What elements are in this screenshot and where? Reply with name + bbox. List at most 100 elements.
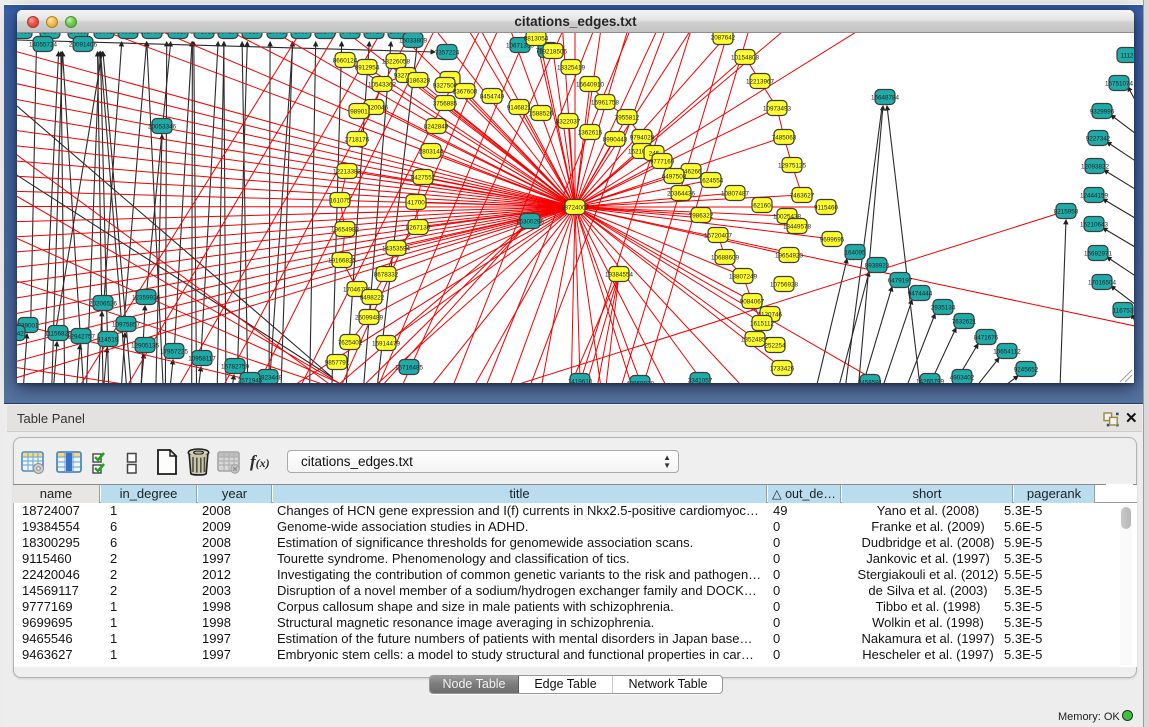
svg-text:2718176: 2718176 bbox=[345, 136, 370, 143]
svg-text:18807249: 18807249 bbox=[729, 273, 758, 280]
svg-text:98901: 98901 bbox=[350, 108, 368, 115]
svg-text:8454749: 8454749 bbox=[480, 93, 505, 100]
svg-text:17016504: 17016504 bbox=[1088, 279, 1117, 286]
svg-text:9245652: 9245652 bbox=[1014, 366, 1039, 373]
svg-text:19384554: 19384554 bbox=[605, 271, 634, 278]
svg-text:10719: 10719 bbox=[365, 33, 383, 35]
svg-text:8678332: 8678332 bbox=[374, 271, 399, 278]
svg-text:15716485: 15716485 bbox=[395, 364, 424, 371]
svg-text:10154808: 10154808 bbox=[731, 54, 760, 61]
svg-text:9329996: 9329996 bbox=[1090, 108, 1115, 115]
svg-text:13325419: 13325419 bbox=[557, 64, 586, 71]
svg-text:12975125: 12975125 bbox=[778, 162, 807, 169]
svg-text:20364436: 20364436 bbox=[667, 190, 696, 197]
svg-text:10958117: 10958117 bbox=[188, 355, 216, 362]
svg-text:12213967: 12213967 bbox=[746, 78, 775, 85]
svg-text:6479197: 6479197 bbox=[888, 277, 913, 284]
svg-text:7625402: 7625402 bbox=[338, 339, 363, 346]
svg-text:14265799: 14265799 bbox=[916, 378, 945, 383]
svg-text:9474444: 9474444 bbox=[908, 290, 933, 297]
svg-text:6466160: 6466160 bbox=[166, 33, 191, 35]
svg-text:64661: 64661 bbox=[341, 33, 359, 35]
svg-text:9084067: 9084067 bbox=[740, 298, 765, 305]
svg-text:16648784: 16648784 bbox=[871, 94, 900, 101]
svg-text:9699695: 9699695 bbox=[820, 236, 845, 243]
svg-text:10654112: 10654112 bbox=[993, 348, 1021, 355]
svg-text:7463627: 7463627 bbox=[790, 192, 815, 199]
svg-text:20053346: 20053346 bbox=[148, 123, 177, 130]
svg-text:12359926: 12359926 bbox=[132, 294, 161, 301]
svg-text:9777169: 9777169 bbox=[650, 158, 675, 165]
svg-text:16782759: 16782759 bbox=[221, 363, 250, 370]
svg-text:41700: 41700 bbox=[407, 199, 425, 206]
svg-text:16961758: 16961758 bbox=[591, 99, 620, 106]
svg-text:1733426: 1733426 bbox=[770, 365, 795, 372]
svg-text:9115460: 9115460 bbox=[814, 204, 839, 211]
svg-text:15300295: 15300295 bbox=[516, 218, 545, 225]
svg-text:14055724: 14055724 bbox=[29, 41, 58, 48]
svg-text:1065: 1065 bbox=[294, 33, 309, 35]
svg-text:17957225: 17957225 bbox=[160, 348, 189, 355]
svg-text:15720407: 15720407 bbox=[704, 232, 733, 239]
svg-text:7515: 7515 bbox=[245, 33, 260, 35]
svg-text:7357224: 7357224 bbox=[435, 49, 460, 56]
svg-text:10671355: 10671355 bbox=[214, 33, 243, 35]
svg-text:16210643: 16210643 bbox=[1080, 221, 1109, 228]
svg-text:7632621: 7632621 bbox=[952, 318, 977, 325]
svg-text:9857791: 9857791 bbox=[325, 359, 350, 366]
svg-text:8938923: 8938923 bbox=[865, 262, 890, 269]
svg-text:2009: 2009 bbox=[43, 33, 58, 35]
svg-text:2367608: 2367608 bbox=[453, 88, 478, 95]
svg-text:12905135: 12905135 bbox=[131, 342, 160, 349]
svg-text:15692971: 15692971 bbox=[1084, 250, 1113, 257]
svg-text:9794028: 9794028 bbox=[630, 134, 655, 141]
svg-text:8186328: 8186328 bbox=[406, 77, 431, 84]
svg-text:20206526: 20206526 bbox=[89, 300, 118, 307]
svg-text:164095: 164095 bbox=[844, 249, 866, 256]
svg-text:62160: 62160 bbox=[753, 202, 771, 209]
svg-text:10688609: 10688609 bbox=[711, 254, 740, 261]
svg-text:8813054: 8813054 bbox=[524, 35, 549, 42]
svg-text:3756885: 3756885 bbox=[433, 100, 458, 107]
svg-text:19166825: 19166825 bbox=[328, 257, 357, 264]
svg-text:8322037: 8322037 bbox=[556, 118, 581, 125]
svg-text:1588520: 1588520 bbox=[529, 110, 554, 117]
svg-text:14055: 14055 bbox=[17, 33, 31, 35]
svg-text:26099489: 26099489 bbox=[355, 314, 384, 321]
svg-text:1419610: 1419610 bbox=[568, 378, 593, 383]
svg-text:10807487: 10807487 bbox=[721, 190, 750, 197]
svg-text:4903402: 4903402 bbox=[950, 374, 975, 381]
svg-text:2458591: 2458591 bbox=[858, 379, 883, 383]
svg-text:15751074: 15751074 bbox=[1105, 80, 1134, 87]
svg-text:12213383: 12213383 bbox=[333, 168, 362, 175]
svg-text:10653: 10653 bbox=[69, 33, 87, 35]
svg-text:19654982: 19654982 bbox=[331, 226, 360, 233]
svg-text:39142: 39142 bbox=[17, 330, 24, 337]
svg-text:8660124: 8660124 bbox=[333, 57, 358, 64]
svg-text:13449578: 13449578 bbox=[783, 223, 812, 230]
svg-text:42868828: 42868828 bbox=[626, 380, 655, 383]
svg-text:16033809: 16033809 bbox=[399, 37, 428, 44]
svg-text:116753: 116753 bbox=[1113, 307, 1134, 314]
svg-text:7955812: 7955812 bbox=[615, 114, 640, 121]
svg-text:16914479: 16914479 bbox=[372, 340, 401, 347]
svg-text:8471676: 8471676 bbox=[974, 334, 999, 341]
svg-text:8215958: 8215958 bbox=[1054, 208, 1079, 215]
svg-text:7986322: 7986322 bbox=[689, 212, 714, 219]
svg-text:161075: 161075 bbox=[329, 197, 351, 204]
svg-text:8912954: 8912954 bbox=[355, 64, 380, 71]
svg-text:12093822: 12093822 bbox=[1081, 163, 1110, 170]
svg-text:2571945: 2571945 bbox=[238, 377, 263, 383]
svg-text:8242848: 8242848 bbox=[424, 123, 449, 130]
svg-text:12942757: 12942757 bbox=[67, 333, 96, 340]
svg-text:12444159: 12444159 bbox=[1080, 192, 1109, 199]
svg-text:19654923: 19654923 bbox=[775, 252, 804, 259]
svg-text:18724007: 18724007 bbox=[561, 204, 590, 211]
svg-text:1327602: 1327602 bbox=[140, 33, 165, 35]
svg-text:16640910: 16640910 bbox=[576, 81, 605, 88]
svg-text:1112: 1112 bbox=[1120, 52, 1134, 59]
svg-text:252254: 252254 bbox=[764, 342, 786, 349]
svg-text:13276: 13276 bbox=[316, 33, 334, 35]
svg-text:1615112: 1615112 bbox=[750, 320, 775, 327]
svg-text:2935134: 2935134 bbox=[931, 304, 956, 311]
